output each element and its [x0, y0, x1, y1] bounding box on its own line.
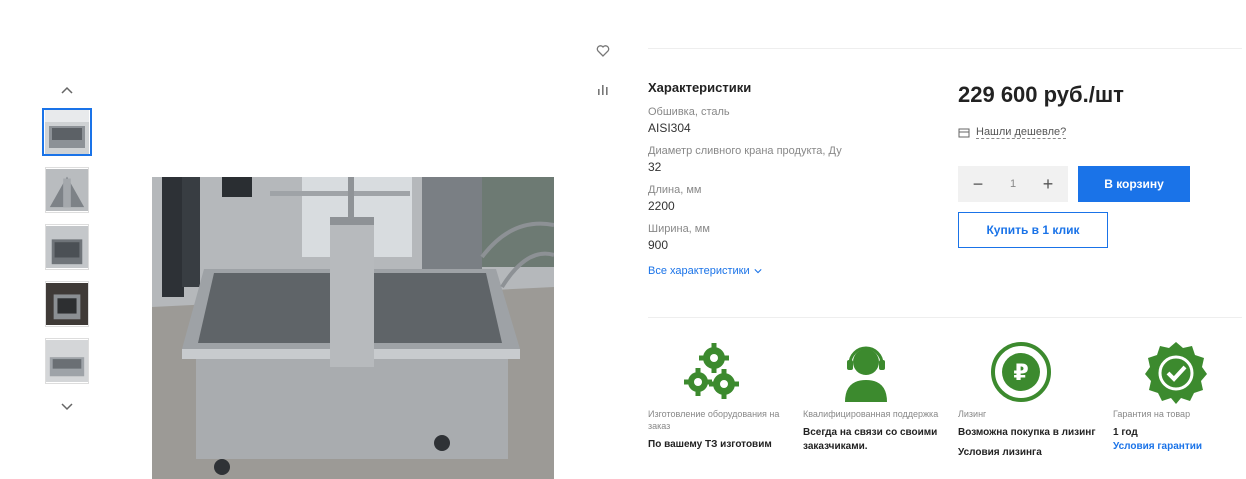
- feature-caption: Гарантия на товар: [1113, 409, 1191, 419]
- thumbnail-gallery: [40, 80, 94, 417]
- thumbnail-2[interactable]: [45, 167, 89, 213]
- badge-check-icon: [1143, 340, 1209, 404]
- feature-warranty: Гарантия на товар 1 год Условия гарантии: [1113, 340, 1246, 454]
- thumbnail-5[interactable]: [45, 338, 89, 384]
- thumbnail-3[interactable]: [45, 224, 89, 270]
- product-main-image[interactable]: [152, 177, 554, 479]
- feature-support: Квалифицированная поддержка Всегда на св…: [803, 340, 953, 454]
- quantity-input[interactable]: 1: [998, 178, 1028, 190]
- spec-value: AISI304: [648, 121, 691, 135]
- characteristics-title: Характеристики: [648, 80, 752, 95]
- spec-key: Ширина, мм: [648, 223, 710, 235]
- svg-text:₽: ₽: [1013, 361, 1028, 386]
- feature-caption: Квалифицированная поддержка: [803, 409, 939, 419]
- quantity-stepper: − 1 +: [958, 166, 1068, 202]
- feature-value: По вашему ТЗ изготовим: [648, 439, 772, 450]
- feature-leasing: ₽ Лизинг Возможна покупка в лизинг Услов…: [958, 340, 1108, 460]
- spec-item: Длина, мм 2200: [648, 183, 928, 214]
- divider: [648, 48, 1242, 49]
- all-characteristics-link[interactable]: Все характеристики: [648, 265, 762, 277]
- found-cheaper-link[interactable]: Нашли дешевле?: [958, 126, 1067, 139]
- spec-key: Диаметр сливного крана продукта, Ду: [648, 145, 842, 157]
- product-price: 229 600 руб./шт: [958, 82, 1124, 107]
- product-actions: [594, 42, 612, 118]
- feature-caption: Изготовление оборудования на заказ: [648, 409, 780, 431]
- divider: [648, 317, 1242, 318]
- all-characteristics-label: Все характеристики: [648, 265, 750, 277]
- support-agent-icon: [833, 340, 899, 404]
- chevron-down-icon[interactable]: [40, 395, 94, 417]
- price-tag-icon: [958, 128, 970, 137]
- found-cheaper-label: Нашли дешевле?: [976, 126, 1067, 139]
- chevron-up-icon[interactable]: [40, 80, 94, 102]
- compare-icon[interactable]: [594, 80, 612, 98]
- gears-icon: [678, 340, 744, 404]
- spec-value: 2200: [648, 199, 675, 213]
- chevron-down-icon: [754, 269, 762, 274]
- decrease-button[interactable]: −: [968, 174, 988, 195]
- ruble-coin-icon: ₽: [988, 340, 1054, 404]
- characteristics-block: Характеристики Обшивка, сталь AISI304 Ди…: [648, 80, 928, 279]
- feature-value: Возможна покупка в лизинг: [958, 427, 1096, 438]
- thumbnail-1[interactable]: [42, 108, 92, 156]
- spec-value: 32: [648, 160, 662, 174]
- buy-one-click-button[interactable]: Купить в 1 клик: [958, 212, 1108, 248]
- spec-key: Обшивка, сталь: [648, 106, 730, 118]
- add-to-cart-button[interactable]: В корзину: [1078, 166, 1190, 202]
- feature-value: Всегда на связи со своими заказчиками.: [803, 427, 938, 452]
- spec-value: 900: [648, 238, 669, 252]
- spec-key: Длина, мм: [648, 184, 702, 196]
- thumbnail-4[interactable]: [45, 281, 89, 327]
- feature-caption: Лизинг: [958, 409, 987, 419]
- feature-value: 1 год: [1113, 427, 1138, 438]
- spec-item: Диаметр сливного крана продукта, Ду 32: [648, 144, 928, 175]
- warranty-terms-link[interactable]: Условия гарантии: [1113, 440, 1246, 454]
- increase-button[interactable]: +: [1038, 174, 1058, 195]
- feature-custom-manufacturing: Изготовление оборудования на заказ По ва…: [648, 340, 798, 452]
- heart-icon[interactable]: [594, 42, 612, 60]
- spec-item: Обшивка, сталь AISI304: [648, 105, 928, 136]
- spec-item: Ширина, мм 900: [648, 222, 928, 253]
- leasing-terms-link[interactable]: Условия лизинга: [958, 446, 1108, 460]
